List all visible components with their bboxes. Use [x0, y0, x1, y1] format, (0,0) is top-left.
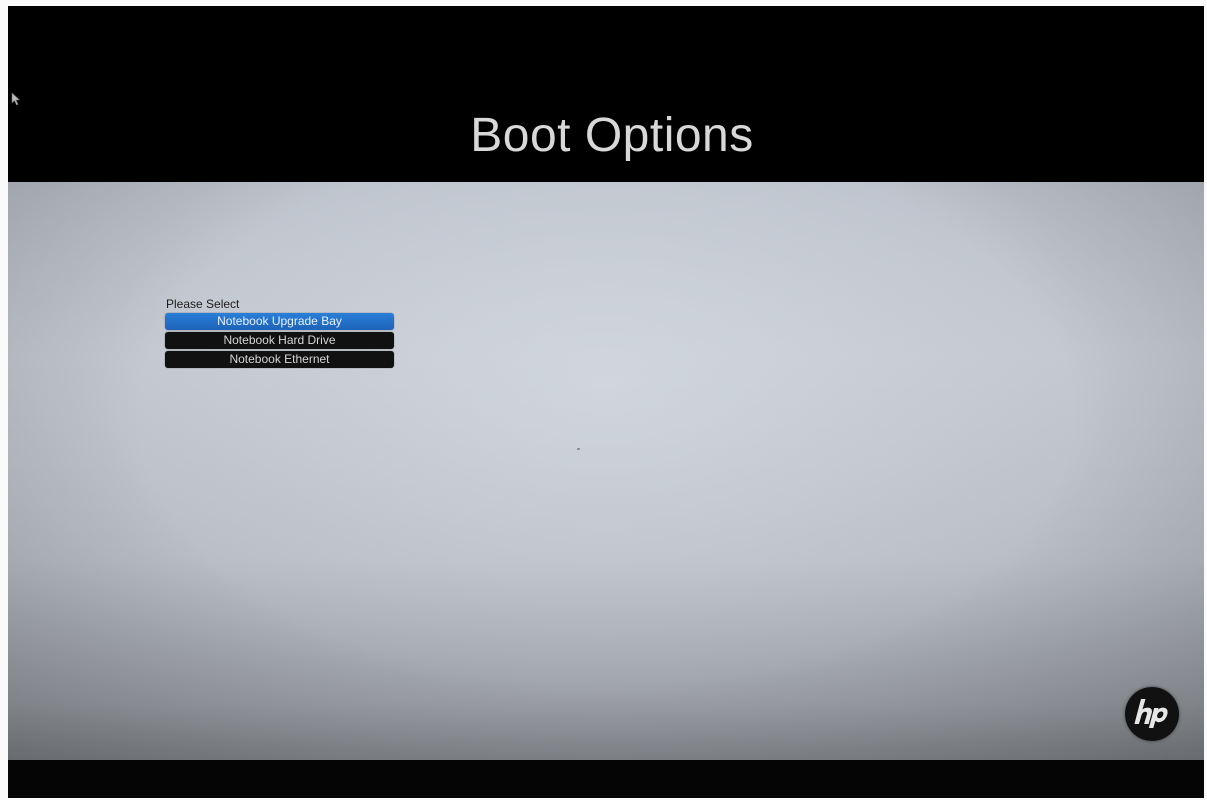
header-band: Boot Options: [8, 6, 1204, 182]
mouse-pointer-icon: [11, 92, 21, 106]
bottom-band: [8, 760, 1204, 798]
photo-frame: Boot Options Please Select Notebook Upgr…: [0, 0, 1207, 800]
hp-logo-icon: [1125, 687, 1179, 741]
menu-prompt: Please Select: [166, 297, 240, 311]
panel-vignette: [8, 182, 1204, 760]
boot-device-menu: Please Select Notebook Upgrade Bay Noteb…: [165, 298, 397, 370]
boot-option-ethernet[interactable]: Notebook Ethernet: [165, 351, 394, 368]
boot-screen: Boot Options Please Select Notebook Upgr…: [8, 6, 1204, 798]
hp-logo-mark: [1134, 699, 1168, 728]
boot-menu-panel: Please Select Notebook Upgrade Bay Noteb…: [8, 182, 1204, 760]
boot-option-hard-drive[interactable]: Notebook Hard Drive: [165, 332, 394, 349]
screen-speck: [577, 448, 580, 450]
boot-option-upgrade-bay[interactable]: Notebook Upgrade Bay: [165, 313, 394, 330]
page-title: Boot Options: [470, 109, 754, 162]
